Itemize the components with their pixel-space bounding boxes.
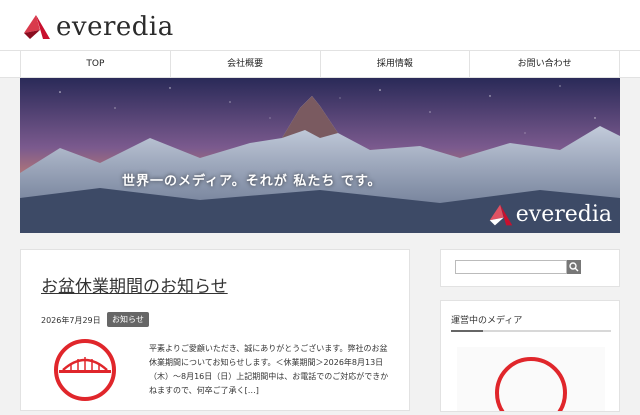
post-date: 2026年7月29日 <box>41 316 101 325</box>
search-widget <box>440 249 620 287</box>
media-card[interactable] <box>457 347 605 415</box>
post-excerpt: 平素よりご愛顧いただき、誠にありがとうございます。弊社のお盆休業期間についてお知… <box>149 344 389 395</box>
media-widget: 運営中のメディア <box>440 300 620 415</box>
search-icon <box>569 262 579 272</box>
brand-mark-icon <box>489 204 513 225</box>
post-thumbnail[interactable] <box>53 338 117 402</box>
global-nav: TOP 会社概要 採用情報 お問い合わせ <box>0 50 640 78</box>
media-logo-image <box>495 357 567 415</box>
post-title-link[interactable]: お盆休業期間のお知らせ <box>41 272 228 297</box>
nav-item-company[interactable]: 会社概要 <box>169 51 320 77</box>
hero-tagline: 世界一のメディア。それが 私たち です。 <box>122 174 382 189</box>
search-input[interactable] <box>455 260 567 274</box>
media-widget-title: 運営中のメディア <box>451 316 523 326</box>
post-card: お盆休業期間のお知らせ 2026年7月29日 お知らせ 平素よりご愛顧いただき、… <box>20 249 410 411</box>
nav-item-top[interactable]: TOP <box>20 51 170 77</box>
brand-mark-icon <box>24 15 50 39</box>
logo-text: everedia <box>56 12 174 42</box>
nav-item-recruit[interactable]: 採用情報 <box>319 51 470 77</box>
nav-item-contact[interactable]: お問い合わせ <box>469 51 620 77</box>
divider-accent <box>451 330 483 332</box>
category-badge[interactable]: お知らせ <box>107 312 149 327</box>
site-logo[interactable]: everedia <box>22 12 174 42</box>
hero-logo: everedia <box>488 202 612 227</box>
site-header: everedia <box>0 0 640 50</box>
search-button[interactable] <box>567 260 581 274</box>
hero-banner[interactable]: 世界一のメディア。それが 私たち です。 everedia <box>20 78 620 233</box>
hero-logo-text: everedia <box>515 202 612 227</box>
